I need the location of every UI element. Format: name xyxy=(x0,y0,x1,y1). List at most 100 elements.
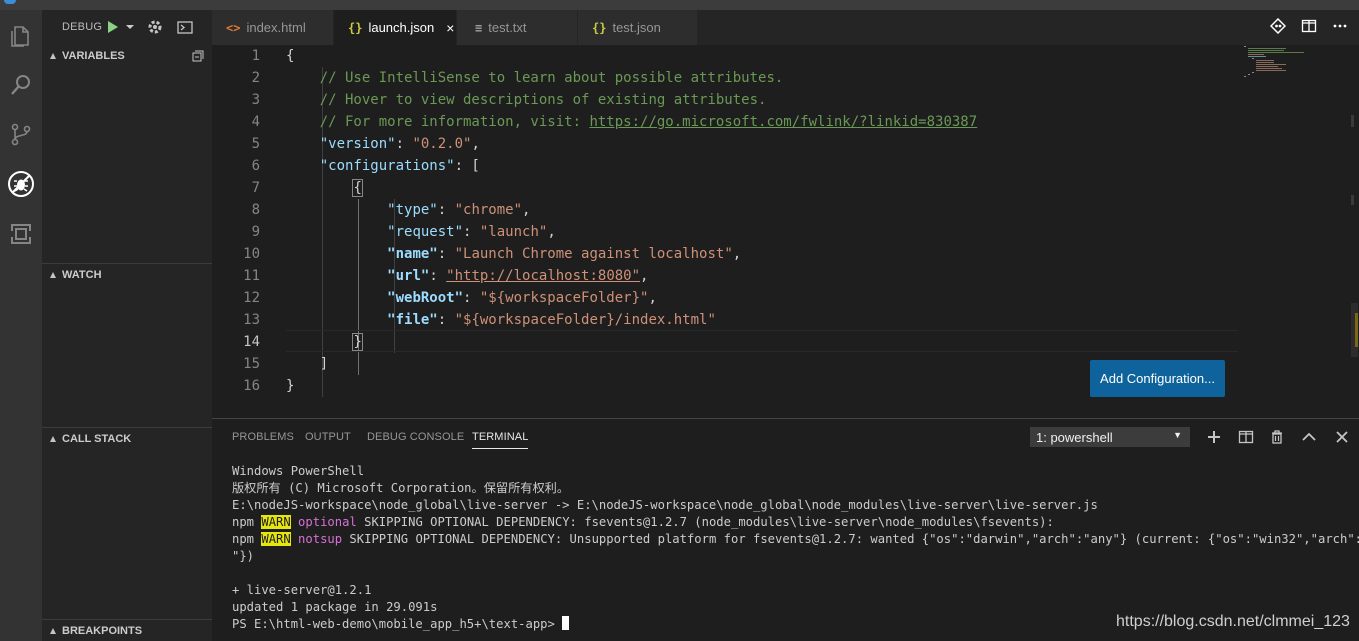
open-changes-icon[interactable] xyxy=(1269,17,1288,36)
breakpoints-section-header[interactable]: BREAKPOINTS xyxy=(42,619,212,641)
chevron-down-icon[interactable] xyxy=(124,21,136,33)
debug-icon[interactable] xyxy=(5,168,37,200)
line-number: 4 xyxy=(251,114,260,130)
line-number: 16 xyxy=(243,378,260,394)
tab-index-html[interactable]: <> index.html xyxy=(212,10,334,45)
collapse-all-icon[interactable] xyxy=(192,50,204,62)
editor-scrollbar[interactable] xyxy=(1350,45,1359,418)
line-number: 6 xyxy=(251,158,260,174)
line-number: 3 xyxy=(251,92,260,108)
json-file-icon: {} xyxy=(592,20,607,35)
tab-label: test.json xyxy=(612,20,661,35)
matched-brace: } xyxy=(352,333,363,351)
line-number: 8 xyxy=(251,202,260,218)
maximize-panel-icon[interactable] xyxy=(1301,429,1317,445)
title-bar xyxy=(0,0,1359,10)
watch-section-title: WATCH xyxy=(62,268,102,281)
code-line: { xyxy=(286,48,295,64)
code-line: ] xyxy=(319,356,329,372)
tab-problems[interactable]: PROBLEMS xyxy=(232,431,294,443)
code-line: "configurations": [ xyxy=(319,158,480,174)
bottom-panel: PROBLEMS OUTPUT DEBUG CONSOLE TERMINAL 1… xyxy=(212,418,1359,641)
tab-label: test.txt xyxy=(488,20,527,35)
tab-terminal[interactable]: TERMINAL xyxy=(472,431,529,449)
watch-section-header[interactable]: WATCH xyxy=(42,263,212,285)
split-editor-icon[interactable] xyxy=(1301,18,1319,36)
terminal-output[interactable]: Windows PowerShell 版权所有 (C) Microsoft Cor… xyxy=(232,463,1359,633)
editor-tab-bar: <> index.html {} launch.json × ≡ test.tx… xyxy=(212,10,1359,45)
expanded-icon xyxy=(50,271,56,278)
call-stack-section-header[interactable]: CALL STACK xyxy=(42,427,212,449)
gear-icon[interactable] xyxy=(146,18,164,36)
close-icon[interactable]: × xyxy=(446,20,454,36)
line-number: 12 xyxy=(243,290,260,306)
code-line: "url": "http://localhost:8080", xyxy=(387,268,649,284)
code-line: "name": "Launch Chrome against localhost… xyxy=(387,246,742,262)
expanded-icon xyxy=(50,627,56,634)
line-number: 2 xyxy=(251,70,260,86)
tab-label: index.html xyxy=(246,20,306,35)
terminal-select-value: 1: powershell xyxy=(1036,429,1113,445)
terminal-prompt: PS E:\html-web-demo\mobile_app_h5+\text-… xyxy=(232,617,563,631)
watermark: https://blog.csdn.net/clmmei_123 xyxy=(1116,613,1350,630)
terminal-line: Windows PowerShell xyxy=(232,464,365,478)
current-line-highlight xyxy=(286,330,1238,352)
code-line: "webRoot": "${workspaceFolder}", xyxy=(387,290,657,306)
more-actions-icon[interactable] xyxy=(1332,18,1350,36)
html-file-icon: <> xyxy=(226,20,241,35)
debug-title: DEBUG xyxy=(62,21,103,33)
matched-brace: { xyxy=(352,179,363,197)
code-line: "request": "launch", xyxy=(387,224,556,240)
code-editor[interactable]: 1 2 3 4 5 6 7 8 9 10 11 12 13 14 15 16 { // Use Intelli… xyxy=(212,45,1359,418)
code-line: "file": "${workspaceFolder}/index.html" xyxy=(387,312,716,328)
localhost-link[interactable]: "http://localhost:8080" xyxy=(446,268,640,284)
search-icon[interactable] xyxy=(5,69,37,101)
start-debugging-button[interactable] xyxy=(106,18,140,36)
line-number: 7 xyxy=(251,180,260,196)
call-stack-section-title: CALL STACK xyxy=(62,432,132,445)
tab-debug-console[interactable]: DEBUG CONSOLE xyxy=(367,431,464,443)
text-file-icon: ≡ xyxy=(475,20,483,35)
line-number: 1 xyxy=(251,48,260,64)
code-line: // For more information, visit: https://… xyxy=(319,114,978,130)
add-configuration-button[interactable]: Add Configuration... xyxy=(1090,360,1225,397)
explorer-icon[interactable] xyxy=(5,20,37,52)
code-line: } xyxy=(286,331,363,353)
debug-console-icon[interactable] xyxy=(176,18,194,36)
activity-bar xyxy=(0,10,42,641)
terminal-select[interactable]: 1: powershell ▼ xyxy=(1030,427,1190,447)
terminal-line: npm WARN optional SKIPPING OPTIONAL DEPE… xyxy=(232,515,1054,529)
close-panel-icon[interactable] xyxy=(1334,429,1350,445)
warn-badge: WARN xyxy=(261,515,291,529)
tab-test-json[interactable]: {} test.json xyxy=(578,10,698,45)
code-line: { xyxy=(286,177,363,199)
kill-terminal-icon[interactable] xyxy=(1269,429,1285,445)
chevron-down-icon: ▼ xyxy=(1173,430,1182,440)
tab-test-txt[interactable]: ≡ test.txt xyxy=(457,10,578,45)
debug-sidebar: DEBUG VARIABLES WATCH CALL STACK BREAKPO… xyxy=(42,10,212,641)
code-line: // Hover to view descriptions of existin… xyxy=(319,92,767,108)
terminal-line: npm WARN notsup SKIPPING OPTIONAL DEPEND… xyxy=(232,532,1359,546)
tab-launch-json[interactable]: {} launch.json × xyxy=(334,10,457,45)
terminal-cursor xyxy=(562,616,570,630)
line-number: 11 xyxy=(243,268,260,284)
breakpoints-section-title: BREAKPOINTS xyxy=(62,624,143,637)
app-logo xyxy=(4,0,16,4)
play-icon xyxy=(108,21,118,33)
line-number: 10 xyxy=(243,246,260,262)
fwlink-link[interactable]: https://go.microsoft.com/fwlink/?linkid=… xyxy=(589,114,977,130)
expanded-icon xyxy=(50,53,56,59)
tab-label: launch.json xyxy=(368,20,435,35)
new-terminal-icon[interactable] xyxy=(1206,429,1222,445)
terminal-line: "}) xyxy=(232,549,255,563)
source-control-icon[interactable] xyxy=(5,118,37,150)
terminal-line: 版权所有 (C) Microsoft Corporation。保留所有权利。 xyxy=(232,481,570,495)
extensions-icon[interactable] xyxy=(5,218,37,250)
expanded-icon xyxy=(50,435,56,442)
tab-output[interactable]: OUTPUT xyxy=(305,431,351,443)
variables-section-title: VARIABLES xyxy=(62,50,125,62)
minimap[interactable] xyxy=(1242,45,1342,85)
split-terminal-icon[interactable] xyxy=(1238,429,1254,445)
variables-section-header[interactable]: VARIABLES xyxy=(42,45,212,67)
